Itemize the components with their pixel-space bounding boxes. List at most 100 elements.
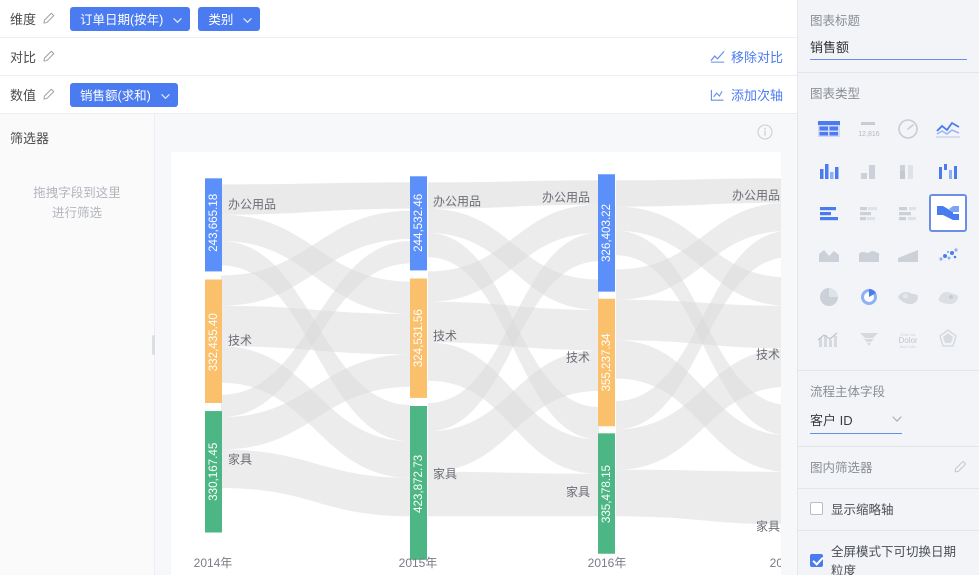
settings-panel: 图表标题 图表类型 12,816	[797, 0, 979, 575]
gauge-icon[interactable]	[890, 110, 928, 148]
combo-chart-icon[interactable]	[810, 320, 848, 358]
map-chart-icon[interactable]	[890, 278, 928, 316]
node-label: 家具	[228, 452, 252, 467]
edit-pencil-icon[interactable]	[42, 50, 55, 63]
stepped-area-icon[interactable]	[890, 236, 928, 274]
inner-filter-section: 图内筛选器	[798, 446, 979, 488]
node-label: 技术	[566, 350, 590, 364]
inner-filter-label: 图内筛选器	[810, 461, 873, 475]
measure-chips: 销售额(求和)	[70, 82, 710, 107]
dimension-label-group: 维度	[10, 9, 70, 28]
scatter-chart-icon[interactable]	[929, 236, 967, 274]
chart-type-label: 图表类型	[810, 87, 861, 101]
area-chart-icon[interactable]	[810, 236, 848, 274]
bar-chart-icon[interactable]	[810, 194, 848, 232]
flow-field-label: 流程主体字段	[810, 385, 886, 399]
node-label: 办公用品	[732, 187, 780, 202]
chart-type-section: 图表类型 12,816 Elise tas Dolor Nost Odtio	[798, 72, 979, 370]
radar-chart-icon[interactable]	[929, 320, 967, 358]
node-label: 家具	[433, 466, 457, 481]
app-root: 维度 订单日期(按年) 类别 对比 移除对比 数值 销售额(求和) 添加次轴 筛…	[0, 0, 979, 575]
node-value: 332,435.40	[208, 313, 220, 371]
sankey-axis-labels: 2014年 2015年 2016年 2017年	[194, 556, 781, 570]
chart-title-input[interactable]	[810, 37, 967, 60]
node-label: 技术	[433, 329, 457, 343]
node-label: 家具	[566, 484, 590, 499]
compare-line-icon	[710, 50, 725, 64]
info-icon[interactable]	[757, 124, 773, 140]
remove-compare-label: 移除对比	[730, 50, 783, 65]
stacked-column-icon[interactable]	[850, 152, 888, 190]
range-column-icon[interactable]	[929, 152, 967, 190]
node-value: 335,478.15	[601, 465, 613, 523]
column-chart-icon[interactable]	[810, 152, 848, 190]
node-label: 技术	[228, 333, 252, 347]
show-minimap-checkbox[interactable]	[810, 502, 823, 515]
sankey-chart-card[interactable]: 243,665.18 332,435.40 330,167.45 244,532…	[171, 152, 781, 575]
show-minimap-row[interactable]: 显示缩略轴	[810, 499, 967, 518]
workspace: 筛选器 拖拽字段到这里 进行筛选 243,665.18 332,435.40 3…	[0, 114, 797, 575]
chart-title-label: 图表标题	[810, 14, 861, 28]
filled-map-icon[interactable]	[929, 278, 967, 316]
chip-category[interactable]: 类别	[198, 6, 261, 31]
axis-label-2014: 2014年	[194, 556, 233, 570]
axis-label-2017: 2017年	[770, 556, 781, 570]
show-minimap-label: 显示缩略轴	[831, 503, 894, 517]
flow-field-section: 流程主体字段 客户 ID	[798, 370, 979, 446]
fullscreen-granularity-section: 全屏模式下可切换日期粒度	[798, 530, 979, 575]
add-secondary-axis-label: 添加次轴	[730, 88, 783, 103]
donut-progress-icon[interactable]	[850, 278, 888, 316]
flow-field-value: 客户 ID	[810, 413, 853, 428]
chevron-down-icon	[173, 14, 183, 24]
sankey-diagram: 243,665.18 332,435.40 330,167.45 244,532…	[171, 152, 781, 575]
grouped-column-icon[interactable]	[890, 152, 928, 190]
edit-pencil-icon[interactable]	[42, 12, 55, 25]
measure-label-group: 数值	[10, 85, 70, 104]
filter-panel[interactable]: 筛选器 拖拽字段到这里 进行筛选	[0, 114, 157, 575]
table-icon[interactable]	[810, 110, 848, 148]
edit-pencil-icon[interactable]	[42, 88, 55, 101]
axis-label-2015: 2015年	[399, 556, 438, 570]
filter-panel-title: 筛选器	[10, 131, 50, 146]
inner-filter-row[interactable]: 图内筛选器	[810, 457, 967, 476]
svg-text:12,816: 12,816	[858, 131, 880, 138]
node-value: 330,167.45	[208, 443, 220, 501]
secondary-axis-icon	[710, 88, 725, 102]
chart-title-section: 图表标题	[798, 0, 979, 72]
add-secondary-axis-button[interactable]: 添加次轴	[710, 85, 797, 104]
compare-row: 对比 移除对比	[0, 38, 797, 76]
axis-label-2016: 2016年	[588, 556, 627, 570]
chart-toolbar	[155, 114, 797, 152]
svg-text:Dolor: Dolor	[899, 336, 918, 345]
sankey-chart-icon[interactable]	[929, 194, 967, 232]
main-area: 维度 订单日期(按年) 类别 对比 移除对比 数值 销售额(求和) 添加次轴 筛…	[0, 0, 797, 575]
funnel-chart-icon[interactable]	[850, 320, 888, 358]
filter-hint-line-1: 拖拽字段到这里	[33, 186, 121, 200]
chip-sales-sum[interactable]: 销售额(求和)	[70, 82, 178, 107]
compare-label-group: 对比	[10, 47, 70, 66]
show-minimap-section: 显示缩略轴	[798, 488, 979, 530]
node-label: 办公用品	[228, 197, 276, 212]
pie-chart-icon[interactable]	[810, 278, 848, 316]
smooth-area-icon[interactable]	[850, 236, 888, 274]
chip-order-date[interactable]: 订单日期(按年)	[70, 6, 191, 31]
svg-text:Nost Odtio: Nost Odtio	[900, 345, 917, 349]
remove-compare-button[interactable]: 移除对比	[710, 47, 797, 66]
grouped-bar-icon[interactable]	[890, 194, 928, 232]
filter-dropzone-hint: 拖拽字段到这里 进行筛选	[0, 183, 154, 223]
chart-type-grid: 12,816 Elise tas Dolor Nost Odtio	[810, 110, 967, 358]
edit-pencil-icon[interactable]	[953, 460, 967, 474]
text-card-icon[interactable]: Elise tas Dolor Nost Odtio	[890, 320, 928, 358]
fullscreen-granularity-row[interactable]: 全屏模式下可切换日期粒度	[810, 541, 967, 575]
chip-order-date-label: 订单日期(按年)	[80, 13, 164, 27]
fullscreen-granularity-checkbox[interactable]	[810, 553, 823, 567]
dimension-row: 维度 订单日期(按年) 类别	[0, 0, 797, 38]
chevron-down-icon	[892, 412, 902, 427]
node-value: 355,237.34	[601, 333, 613, 392]
node-label: 家具	[756, 518, 780, 533]
line-chart-icon[interactable]	[929, 110, 967, 148]
stacked-bar-icon[interactable]	[850, 194, 888, 232]
node-label: 技术	[756, 347, 780, 361]
flow-field-select[interactable]: 客户 ID	[810, 408, 902, 434]
number-card-icon[interactable]: 12,816	[850, 110, 888, 148]
